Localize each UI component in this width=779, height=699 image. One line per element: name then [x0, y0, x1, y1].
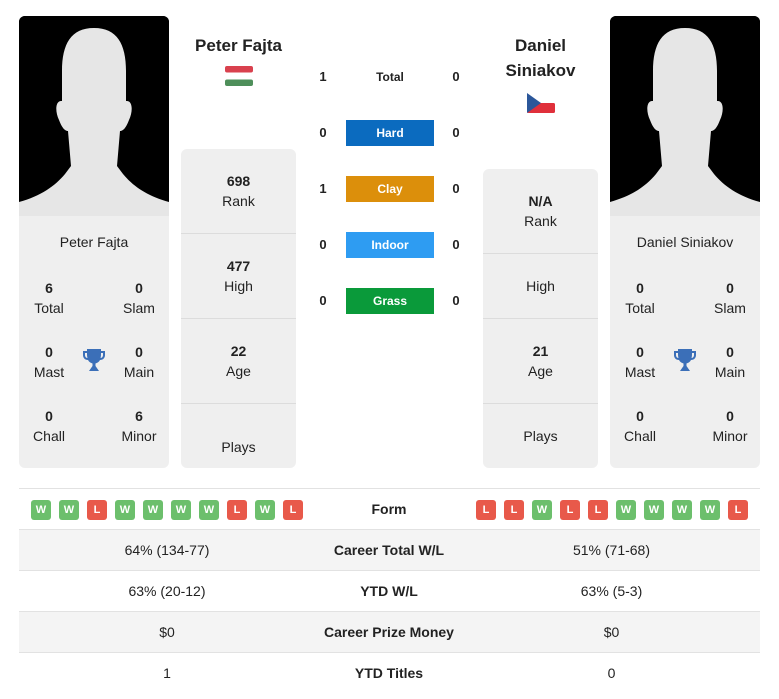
form-badge: W [700, 500, 720, 520]
prize-money-label: Career Prize Money [324, 624, 454, 640]
form-badge: L [87, 500, 107, 520]
player2-titles-minor: 0 Minor [712, 408, 748, 444]
player2-ytd-titles: 0 [607, 665, 616, 681]
player1-titles-slam: 0 Slam [123, 280, 155, 316]
h2h-total-label: Total [376, 70, 404, 84]
player2-titles-chall: 0 Chall [624, 408, 656, 444]
ytd-titles-row: 1 YTD Titles 0 [19, 653, 760, 694]
form-badge: L [476, 500, 496, 520]
ytd-titles-label: YTD Titles [354, 665, 424, 681]
player2-high: High [483, 254, 598, 319]
form-badge: L [227, 500, 247, 520]
prize-money-row: $0 Career Prize Money $0 [19, 612, 760, 653]
ytd-wl-label: YTD W/L [360, 583, 418, 599]
player1-titles-total: 6 Total [34, 280, 64, 316]
form-badge: L [588, 500, 608, 520]
form-label: Form [371, 501, 407, 517]
player2-plays: Plays [523, 428, 558, 444]
player1-titles-minor: 6 Minor [121, 408, 157, 444]
player1-titles-mast: 0 Mast [33, 344, 65, 380]
trophy-icon [83, 349, 105, 371]
player2-titles-slam: 0 Slam [714, 280, 746, 316]
form-badge: L [504, 500, 524, 520]
surface-badge-clay: Clay [346, 176, 434, 202]
form-badge: W [59, 500, 79, 520]
h2h-total-row: 1 Total 0 [310, 64, 470, 90]
silhouette-icon [19, 16, 169, 216]
player2-titles-main: 0 Main [714, 344, 746, 380]
form-badge: W [532, 500, 552, 520]
h2h-grass-row: 0 Grass 0 [310, 288, 470, 314]
form-row: W W L W W W W L W L Form L L W L L W W W… [19, 489, 760, 530]
silhouette-icon [610, 16, 760, 216]
czech-flag-icon [527, 93, 555, 113]
player2-ytd-wl: 63% (5-3) [580, 583, 643, 599]
player1-card-name: Peter Fajta [59, 234, 129, 250]
player2-titles-mast: 0 Mast [624, 344, 656, 380]
form-badge: W [644, 500, 664, 520]
player2-form: L L W L L W W W W L [476, 500, 748, 520]
player2-name[interactable]: Daniel Siniakov [483, 33, 598, 83]
player1-ytd-titles: 1 [163, 665, 171, 681]
surface-badge-hard: Hard [346, 120, 434, 146]
h2h-hard-row: 0 Hard 0 [310, 120, 470, 146]
form-badge: W [672, 500, 692, 520]
player1-info-panel: 698 Rank 477 High 22 Age Plays [181, 149, 296, 468]
player1-rank: 698 Rank [181, 149, 296, 234]
form-badge: L [728, 500, 748, 520]
player2-titles-total: 0 Total [625, 280, 655, 316]
trophy-icon [674, 349, 696, 371]
form-badge: W [616, 500, 636, 520]
surface-badge-indoor: Indoor [346, 232, 434, 258]
career-wl-label: Career Total W/L [333, 542, 445, 558]
player2-card-name: Daniel Siniakov [636, 234, 734, 250]
player2-rank: N/A Rank [483, 169, 598, 254]
form-badge: W [171, 500, 191, 520]
form-badge: W [143, 500, 163, 520]
h2h-indoor-row: 0 Indoor 0 [310, 232, 470, 258]
player1-prize: $0 [159, 624, 175, 640]
player2-info-panel: N/A Rank High 21 Age Plays [483, 169, 598, 468]
player1-photo [19, 16, 169, 216]
player1-titles-main: 0 Main [123, 344, 155, 380]
form-badge: W [255, 500, 275, 520]
hungary-flag-icon [225, 66, 253, 86]
form-badge: W [199, 500, 219, 520]
player1-age: 22 Age [181, 319, 296, 404]
form-badge: W [115, 500, 135, 520]
player2-card: Daniel Siniakov 0 Total 0 Slam 0 Mast 0 Main… [610, 16, 760, 468]
form-badge: L [560, 500, 580, 520]
player1-titles-chall: 0 Chall [33, 408, 65, 444]
player2-photo [610, 16, 760, 216]
career-wl-row: 64% (134-77) Career Total W/L 51% (71-68… [19, 530, 760, 571]
player2-career-wl: 51% (71-68) [572, 542, 651, 558]
player1-high: 477 High [181, 234, 296, 319]
player1-plays: Plays [221, 438, 256, 455]
player1-name[interactable]: Peter Fajta [181, 33, 296, 58]
player1-card: Peter Fajta 6 Total 0 Slam 0 Mast 0 Main 0 Ch… [19, 16, 169, 468]
form-badge: L [283, 500, 303, 520]
form-badge: W [31, 500, 51, 520]
player2-prize: $0 [603, 624, 620, 640]
comparison-table: W W L W W W W L W L Form L L W L L W W W… [19, 488, 760, 694]
player1-career-wl: 64% (134-77) [124, 542, 210, 558]
player2-age: 21 Age [483, 319, 598, 404]
player1-form: W W L W W W W L W L [31, 500, 303, 520]
h2h-clay-row: 1 Clay 0 [310, 176, 470, 202]
ytd-wl-row: 63% (20-12) YTD W/L 63% (5-3) [19, 571, 760, 612]
player1-ytd-wl: 63% (20-12) [128, 583, 206, 599]
surface-badge-grass: Grass [346, 288, 434, 314]
